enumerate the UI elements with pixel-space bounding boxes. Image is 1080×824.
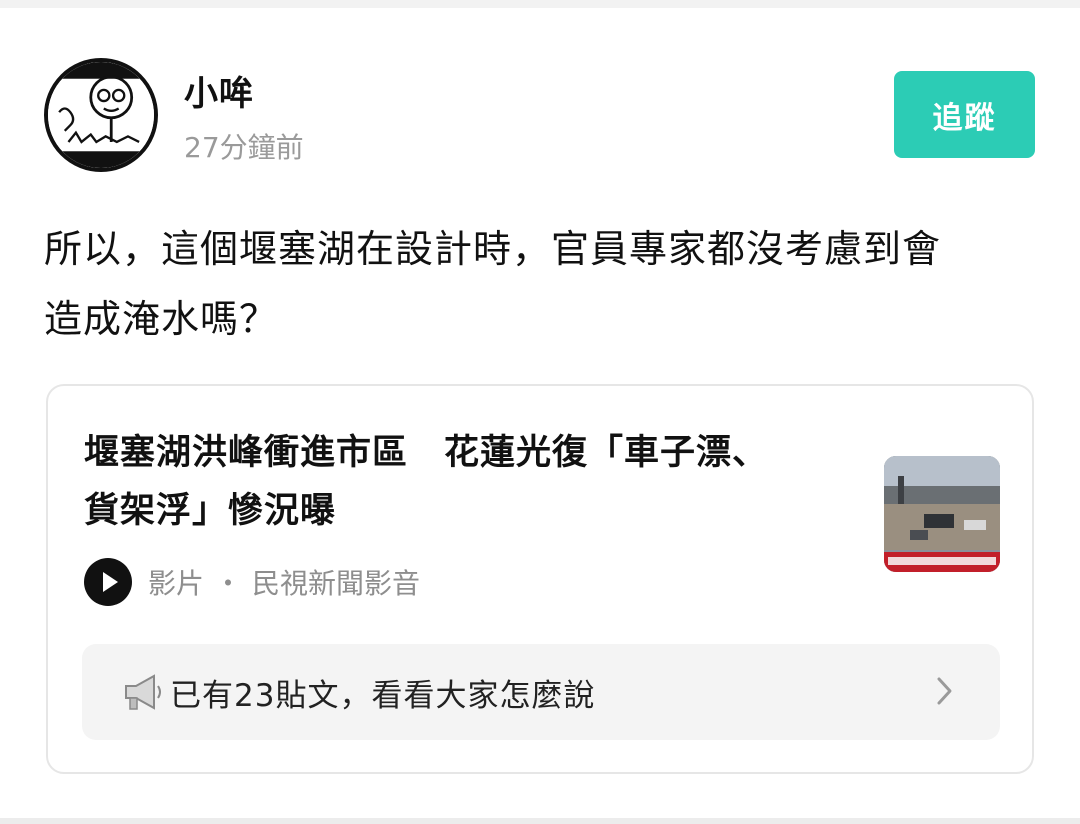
post-screen: 小哞 27分鐘前 追蹤 所以，這個堰塞湖在設計時，官員專家都沒考慮到會 造成淹水… <box>0 0 1080 824</box>
chevron-right-icon <box>937 677 952 705</box>
card-title-line: 堰塞湖洪峰衝進市區 花蓮光復「車子漂、 <box>84 433 769 473</box>
post-time: 27分鐘前 <box>184 131 304 164</box>
post-text-line: 造成淹水嗎？ <box>44 297 279 341</box>
source-name: 民視新聞影音 <box>252 567 421 600</box>
meta-separator: ・ <box>214 567 243 600</box>
avatar-drawing-icon <box>48 62 154 168</box>
post-text-line: 所以，這個堰塞湖在設計時，官員專家都沒考慮到會 <box>44 227 942 271</box>
discussion-text: 已有23貼文，看看大家怎麼說 <box>170 677 596 714</box>
news-video-thumbnail[interactable] <box>884 456 1000 572</box>
author-name[interactable]: 小哞 <box>184 66 254 115</box>
megaphone-icon <box>125 674 161 710</box>
top-divider <box>0 0 1080 8</box>
bottom-divider <box>0 818 1080 824</box>
card-title[interactable]: 堰塞湖洪峰衝進市區 花蓮光復「車子漂、 貨架浮」慘況曝 <box>84 424 864 540</box>
card-meta: 影片 ・ 民視新聞影音 <box>84 558 420 606</box>
avatar[interactable] <box>44 58 158 172</box>
thumbnail-image <box>884 456 1000 572</box>
shared-news-card[interactable]: 堰塞湖洪峰衝進市區 花蓮光復「車子漂、 貨架浮」慘況曝 影片 ・ 民視新聞影音 <box>46 384 1034 774</box>
follow-button[interactable]: 追蹤 <box>894 71 1035 158</box>
content-type-label: 影片 <box>148 567 205 600</box>
play-icon <box>84 558 132 606</box>
card-title-line: 貨架浮」慘況曝 <box>84 491 337 531</box>
post-text: 所以，這個堰塞湖在設計時，官員專家都沒考慮到會 造成淹水嗎？ <box>44 214 1044 354</box>
discussion-link[interactable]: 已有23貼文，看看大家怎麼說 <box>82 644 1000 740</box>
